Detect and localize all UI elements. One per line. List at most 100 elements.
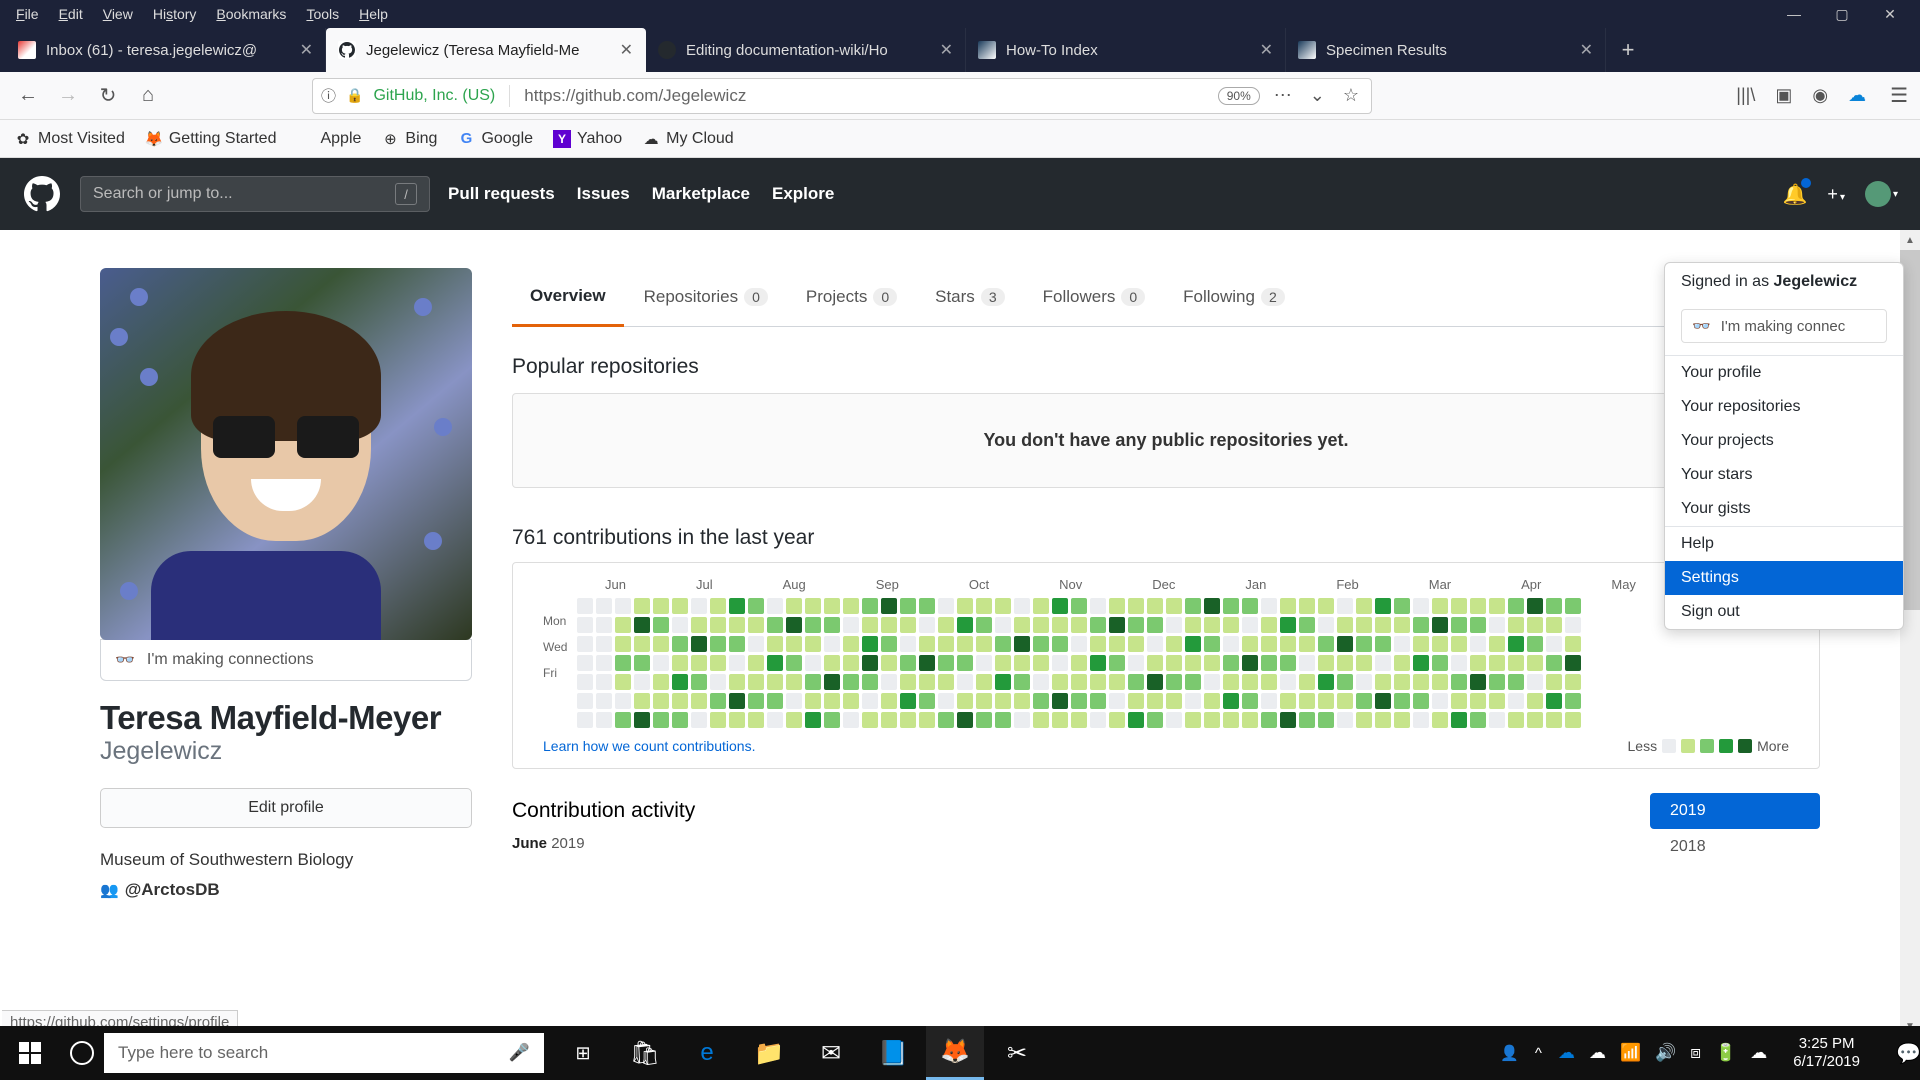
nav-marketplace[interactable]: Marketplace bbox=[652, 184, 750, 204]
mic-icon[interactable]: 🎤 bbox=[509, 1043, 530, 1063]
year-2018-button[interactable]: 2018 bbox=[1650, 829, 1820, 865]
bookmark-apple[interactable]: Apple bbox=[296, 130, 361, 148]
notifications-icon[interactable]: 🔔 bbox=[1783, 182, 1808, 207]
tab-overview[interactable]: Overview bbox=[512, 268, 624, 327]
taskbar-app1[interactable]: 📘 bbox=[864, 1026, 922, 1080]
taskbar-clock[interactable]: 3:25 PM6/17/2019 bbox=[1783, 1035, 1870, 1071]
wifi-tray-icon[interactable]: 📶 bbox=[1620, 1043, 1641, 1063]
weather-tray-icon[interactable]: ☁ bbox=[1589, 1043, 1606, 1063]
menu-your-stars[interactable]: Your stars bbox=[1665, 458, 1903, 492]
new-tab-button[interactable]: + bbox=[1606, 28, 1650, 72]
taskbar-store[interactable]: 🛍 bbox=[616, 1026, 674, 1080]
menu-button[interactable]: ☰ bbox=[1890, 83, 1908, 108]
taskbar-explorer[interactable]: 📁 bbox=[740, 1026, 798, 1080]
tab-1[interactable]: Inbox (61) - teresa.jegelewicz@✕ bbox=[6, 28, 326, 72]
bookmark-getting-started[interactable]: 🦊Getting Started bbox=[145, 130, 277, 148]
menu-bookmarks[interactable]: Bookmarks bbox=[206, 4, 296, 24]
cortana-icon[interactable] bbox=[70, 1041, 94, 1065]
taskbar-snip[interactable]: ✂ bbox=[988, 1026, 1046, 1080]
menu-settings[interactable]: Settings bbox=[1665, 561, 1903, 595]
bookmark-star-icon[interactable]: ☆ bbox=[1339, 85, 1363, 106]
info-icon[interactable]: ⓘ bbox=[321, 85, 336, 106]
menu-sign-out[interactable]: Sign out bbox=[1665, 595, 1903, 629]
reload-button[interactable]: ↻ bbox=[92, 80, 124, 112]
tray-expand-icon[interactable]: ^ bbox=[1535, 1045, 1542, 1062]
menu-help[interactable]: Help bbox=[349, 4, 398, 24]
edit-profile-button[interactable]: Edit profile bbox=[100, 788, 472, 828]
taskbar-search[interactable]: Type here to search🎤 bbox=[104, 1033, 544, 1073]
taskbar-firefox[interactable]: 🦊 bbox=[926, 1026, 984, 1080]
github-logo[interactable] bbox=[22, 174, 62, 214]
create-new-dropdown[interactable]: +▾ bbox=[1827, 184, 1845, 205]
battery-tray-icon[interactable]: 🔋 bbox=[1715, 1043, 1736, 1063]
menu-your-gists[interactable]: Your gists bbox=[1665, 492, 1903, 526]
menu-your-profile[interactable]: Your profile bbox=[1665, 356, 1903, 390]
year-2019-button[interactable]: 2019 bbox=[1650, 793, 1820, 829]
dropbox-tray-icon[interactable]: ⧈ bbox=[1690, 1043, 1701, 1063]
zoom-badge[interactable]: 90% bbox=[1218, 87, 1260, 105]
bookmark-google[interactable]: GGoogle bbox=[457, 130, 533, 148]
bookmark-bing[interactable]: ⊕Bing bbox=[381, 130, 437, 148]
site-identity[interactable]: GitHub, Inc. (US) bbox=[373, 87, 495, 105]
task-view-button[interactable]: ⊞ bbox=[554, 1026, 612, 1080]
tab-following[interactable]: Following2 bbox=[1165, 268, 1303, 326]
tab-4[interactable]: How-To Index✕ bbox=[966, 28, 1286, 72]
avatar-dropdown[interactable]: ▾ bbox=[1865, 181, 1898, 207]
people-icon[interactable]: 👤 bbox=[1500, 1044, 1519, 1062]
calendar-grid[interactable] bbox=[577, 598, 1581, 728]
taskbar-edge[interactable]: e bbox=[678, 1026, 736, 1080]
tab-repositories[interactable]: Repositories0 bbox=[626, 268, 786, 326]
onedrive-icon[interactable]: ☁ bbox=[1848, 85, 1866, 106]
tab-stars[interactable]: Stars3 bbox=[917, 268, 1022, 326]
bookmark-most-visited[interactable]: ✿Most Visited bbox=[14, 130, 125, 148]
home-button[interactable]: ⌂ bbox=[132, 80, 164, 112]
menu-help[interactable]: Help bbox=[1665, 527, 1903, 561]
menu-tools[interactable]: Tools bbox=[296, 4, 349, 24]
menu-your-repositories[interactable]: Your repositories bbox=[1665, 390, 1903, 424]
menu-your-projects[interactable]: Your projects bbox=[1665, 424, 1903, 458]
github-search[interactable]: Search or jump to.../ bbox=[80, 176, 430, 212]
window-maximize[interactable]: ▢ bbox=[1832, 6, 1852, 23]
profile-org[interactable]: 👥@ArctosDB bbox=[100, 880, 472, 900]
start-button[interactable] bbox=[0, 1042, 60, 1064]
close-icon[interactable]: ✕ bbox=[620, 40, 633, 60]
taskbar-mail[interactable]: ✉ bbox=[802, 1026, 860, 1080]
forward-button[interactable]: → bbox=[52, 80, 84, 112]
close-icon[interactable]: ✕ bbox=[940, 40, 953, 60]
sidebar-icon[interactable]: ▣ bbox=[1775, 85, 1792, 106]
library-icon[interactable]: |||\ bbox=[1736, 85, 1755, 106]
status-button[interactable]: 👓I'm making connec bbox=[1681, 309, 1887, 343]
nav-issues[interactable]: Issues bbox=[577, 184, 630, 204]
profile-status[interactable]: 👓I'm making connections bbox=[100, 639, 472, 681]
nav-pull-requests[interactable]: Pull requests bbox=[448, 184, 555, 204]
action-center-icon[interactable]: 💬 bbox=[1886, 1041, 1914, 1066]
account-icon[interactable]: ◉ bbox=[1812, 85, 1828, 106]
learn-contributions-link[interactable]: Learn how we count contributions. bbox=[543, 738, 755, 754]
bookmark-mycloud[interactable]: ☁My Cloud bbox=[642, 130, 734, 148]
back-button[interactable]: ← bbox=[12, 80, 44, 112]
cloud-tray-icon[interactable]: ☁ bbox=[1750, 1043, 1767, 1063]
window-minimize[interactable]: — bbox=[1784, 6, 1804, 23]
page-actions-icon[interactable]: ⋯ bbox=[1270, 85, 1296, 106]
tab-projects[interactable]: Projects0 bbox=[788, 268, 915, 326]
tab-3[interactable]: Editing documentation-wiki/Ho✕ bbox=[646, 28, 966, 72]
window-close[interactable]: ✕ bbox=[1880, 6, 1900, 23]
nav-explore[interactable]: Explore bbox=[772, 184, 834, 204]
volume-tray-icon[interactable]: 🔊 bbox=[1655, 1043, 1676, 1063]
scroll-up-icon[interactable]: ▲ bbox=[1900, 230, 1920, 250]
tab-5[interactable]: Specimen Results✕ bbox=[1286, 28, 1606, 72]
profile-avatar[interactable] bbox=[100, 268, 472, 640]
pocket-icon[interactable]: ⌄ bbox=[1306, 85, 1329, 106]
menu-file[interactable]: File bbox=[6, 4, 49, 24]
bookmark-yahoo[interactable]: YYahoo bbox=[553, 130, 622, 148]
tab-followers[interactable]: Followers0 bbox=[1025, 268, 1164, 326]
address-bar[interactable]: ⓘ 🔒 GitHub, Inc. (US) https://github.com… bbox=[312, 78, 1372, 114]
close-icon[interactable]: ✕ bbox=[1260, 40, 1273, 60]
close-icon[interactable]: ✕ bbox=[300, 40, 313, 60]
menu-history[interactable]: History bbox=[143, 4, 207, 24]
close-icon[interactable]: ✕ bbox=[1580, 40, 1593, 60]
onedrive-tray-icon[interactable]: ☁ bbox=[1558, 1043, 1575, 1063]
menu-view[interactable]: View bbox=[93, 4, 143, 24]
tab-2[interactable]: Jegelewicz (Teresa Mayfield-Me✕ bbox=[326, 28, 646, 72]
menu-edit[interactable]: Edit bbox=[49, 4, 93, 24]
